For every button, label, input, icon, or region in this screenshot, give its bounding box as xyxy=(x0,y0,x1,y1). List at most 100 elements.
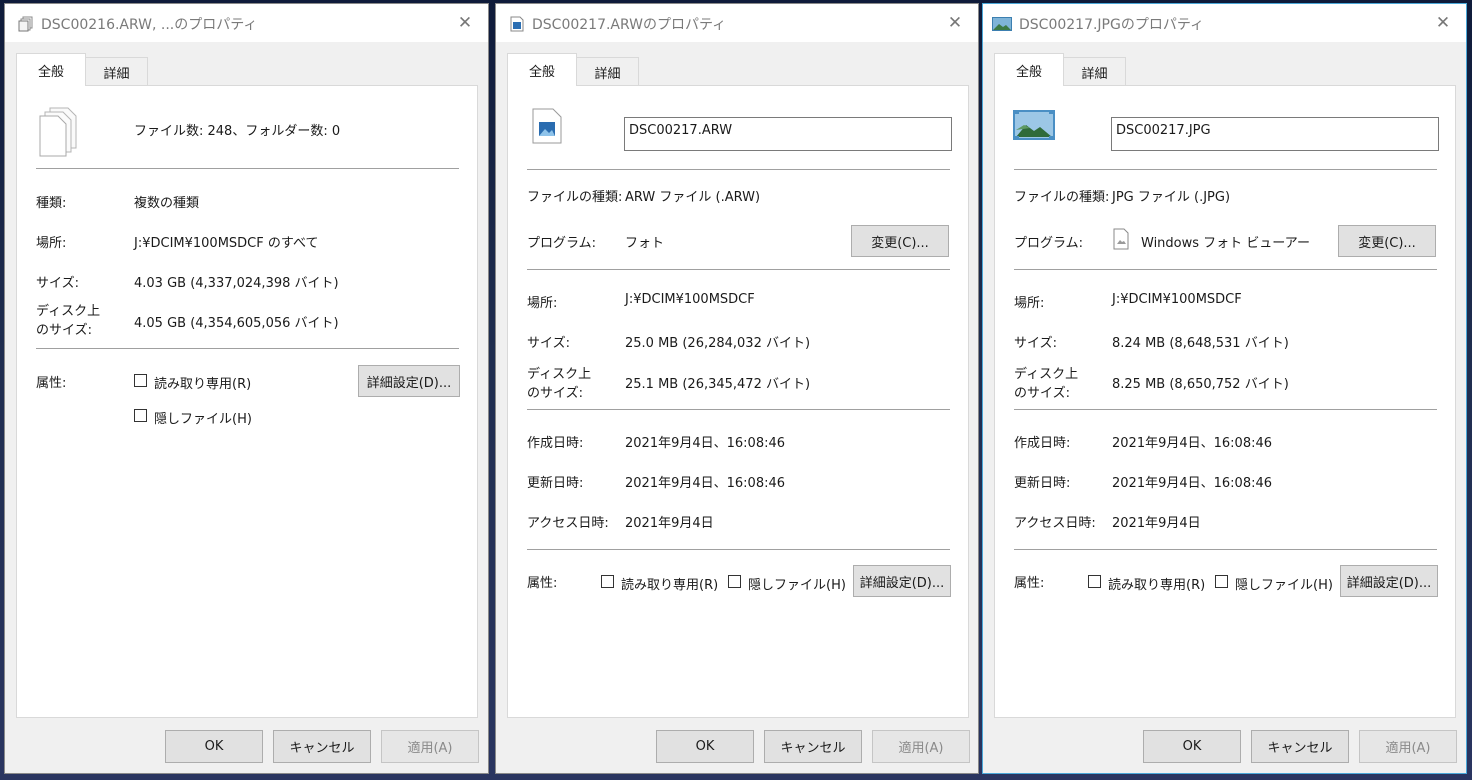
separator xyxy=(527,549,950,550)
created-label: 作成日時: xyxy=(527,436,584,451)
hidden-checkbox[interactable] xyxy=(728,575,741,588)
separator xyxy=(1014,169,1437,170)
tab-general[interactable]: 全般 xyxy=(507,53,577,86)
location-value: J:¥DCIM¥100MSDCF xyxy=(625,292,755,307)
title-bar[interactable]: DSC00217.ARWのプロパティ ✕ xyxy=(496,4,978,42)
general-panel: DSC00217.JPG ファイルの種類: JPG ファイル (.JPG) プロ… xyxy=(994,85,1456,718)
general-panel: DSC00217.ARW ファイルの種類: ARW ファイル (.ARW) プロ… xyxy=(507,85,969,718)
readonly-checkbox-label[interactable]: 読み取り専用(R) xyxy=(1108,574,1205,593)
multiple-files-icon xyxy=(39,107,77,157)
hidden-checkbox[interactable] xyxy=(134,409,147,422)
multiple-files-icon xyxy=(18,16,33,32)
window-title: DSC00216.ARW, ...のプロパティ xyxy=(41,17,258,33)
title-bar[interactable]: DSC00216.ARW, ...のプロパティ ✕ xyxy=(5,4,488,42)
location-label: 場所: xyxy=(527,296,558,311)
disk-size-label: ディスク上 のサイズ: xyxy=(36,304,101,338)
disk-size-label: ディスク上 のサイズ: xyxy=(1014,367,1079,401)
file-type-value: JPG ファイル (.JPG) xyxy=(1112,190,1231,205)
modified-value: 2021年9月4日、16:08:46 xyxy=(625,476,786,491)
ok-button[interactable]: OK xyxy=(1143,730,1241,763)
properties-dialog-arw: DSC00217.ARWのプロパティ ✕ 全般 詳細 DSC00217.ARW … xyxy=(495,3,979,774)
attributes-label: 属性: xyxy=(1014,576,1045,591)
modified-label: 更新日時: xyxy=(1014,476,1071,491)
cancel-button[interactable]: キャンセル xyxy=(273,730,371,763)
type-value: 複数の種類 xyxy=(134,196,200,211)
hidden-checkbox-label[interactable]: 隠しファイル(H) xyxy=(1235,574,1333,593)
accessed-label: アクセス日時: xyxy=(527,516,609,531)
location-value: J:¥DCIM¥100MSDCF のすべて xyxy=(134,236,319,251)
separator xyxy=(527,409,950,410)
created-label: 作成日時: xyxy=(1014,436,1071,451)
advanced-button[interactable]: 詳細設定(D)... xyxy=(358,365,460,397)
size-label: サイズ: xyxy=(1014,336,1057,351)
type-label: 種類: xyxy=(36,196,67,211)
cancel-button[interactable]: キャンセル xyxy=(764,730,862,763)
readonly-checkbox[interactable] xyxy=(601,575,614,588)
modified-label: 更新日時: xyxy=(527,476,584,491)
landscape-image-icon xyxy=(992,17,1012,31)
hidden-checkbox[interactable] xyxy=(1215,575,1228,588)
image-file-icon xyxy=(510,16,524,32)
close-button[interactable]: ✕ xyxy=(442,4,488,42)
file-type-value: ARW ファイル (.ARW) xyxy=(625,190,761,205)
ok-button[interactable]: OK xyxy=(165,730,263,763)
filename-field[interactable]: DSC00217.ARW xyxy=(624,117,952,151)
tab-general[interactable]: 全般 xyxy=(16,53,86,86)
location-label: 場所: xyxy=(36,236,67,251)
file-type-label: ファイルの種類: xyxy=(527,190,623,205)
close-button[interactable]: ✕ xyxy=(1420,4,1466,42)
tab-details[interactable]: 詳細 xyxy=(1063,57,1126,86)
window-title: DSC00217.JPGのプロパティ xyxy=(1019,17,1205,33)
filename-field[interactable]: DSC00217.JPG xyxy=(1111,117,1439,151)
landscape-image-icon xyxy=(1013,110,1055,140)
change-program-button[interactable]: 変更(C)... xyxy=(851,225,949,257)
readonly-checkbox-label[interactable]: 読み取り専用(R) xyxy=(621,574,718,593)
disk-size-value: 8.25 MB (8,650,752 バイト) xyxy=(1112,377,1289,392)
readonly-checkbox[interactable] xyxy=(1088,575,1101,588)
apply-button[interactable]: 適用(A) xyxy=(1359,730,1457,763)
apply-button[interactable]: 適用(A) xyxy=(872,730,970,763)
size-label: サイズ: xyxy=(527,336,570,351)
size-value: 8.24 MB (8,648,531 バイト) xyxy=(1112,336,1289,351)
attributes-label: 属性: xyxy=(36,376,67,391)
attributes-label: 属性: xyxy=(527,576,558,591)
separator xyxy=(36,168,459,169)
hidden-checkbox-label[interactable]: 隠しファイル(H) xyxy=(748,574,846,593)
readonly-checkbox-label[interactable]: 読み取り専用(R) xyxy=(154,373,251,392)
change-program-button[interactable]: 変更(C)... xyxy=(1338,225,1436,257)
tab-details[interactable]: 詳細 xyxy=(576,57,639,86)
program-file-icon xyxy=(1113,228,1129,250)
disk-size-value: 25.1 MB (26,345,472 バイト) xyxy=(625,377,811,392)
created-value: 2021年9月4日、16:08:46 xyxy=(1112,436,1273,451)
program-label: プログラム: xyxy=(527,236,596,251)
file-type-label: ファイルの種類: xyxy=(1014,190,1110,205)
advanced-button[interactable]: 詳細設定(D)... xyxy=(853,565,951,597)
cancel-button[interactable]: キャンセル xyxy=(1251,730,1349,763)
readonly-checkbox[interactable] xyxy=(134,374,147,387)
program-label: プログラム: xyxy=(1014,236,1083,251)
disk-size-label: ディスク上 のサイズ: xyxy=(527,367,592,401)
separator xyxy=(527,169,950,170)
close-button[interactable]: ✕ xyxy=(932,4,978,42)
location-value: J:¥DCIM¥100MSDCF xyxy=(1112,292,1242,307)
program-value: Windows フォト ビューアー xyxy=(1141,236,1310,251)
properties-dialog-multiple-files: DSC00216.ARW, ...のプロパティ ✕ 全般 詳細 ファイル数: 2… xyxy=(4,3,489,774)
apply-button[interactable]: 適用(A) xyxy=(381,730,479,763)
ok-button[interactable]: OK xyxy=(656,730,754,763)
size-value: 4.03 GB (4,337,024,398 バイト) xyxy=(134,276,339,291)
separator xyxy=(36,348,459,349)
title-bar[interactable]: DSC00217.JPGのプロパティ ✕ xyxy=(983,4,1466,42)
separator xyxy=(1014,269,1437,270)
tab-details[interactable]: 詳細 xyxy=(85,57,148,86)
file-count-summary: ファイル数: 248、フォルダー数: 0 xyxy=(134,124,341,139)
tab-general[interactable]: 全般 xyxy=(994,53,1064,86)
accessed-value: 2021年9月4日 xyxy=(1112,516,1201,531)
image-file-icon xyxy=(532,108,562,144)
program-value: フォト xyxy=(625,236,665,251)
general-panel: ファイル数: 248、フォルダー数: 0 種類: 複数の種類 場所: J:¥DC… xyxy=(16,85,478,718)
properties-dialog-jpg: DSC00217.JPGのプロパティ ✕ 全般 詳細 DSC00217.JPG … xyxy=(982,3,1467,774)
accessed-label: アクセス日時: xyxy=(1014,516,1096,531)
advanced-button[interactable]: 詳細設定(D)... xyxy=(1340,565,1438,597)
hidden-checkbox-label[interactable]: 隠しファイル(H) xyxy=(154,408,252,427)
window-title: DSC00217.ARWのプロパティ xyxy=(532,17,727,33)
